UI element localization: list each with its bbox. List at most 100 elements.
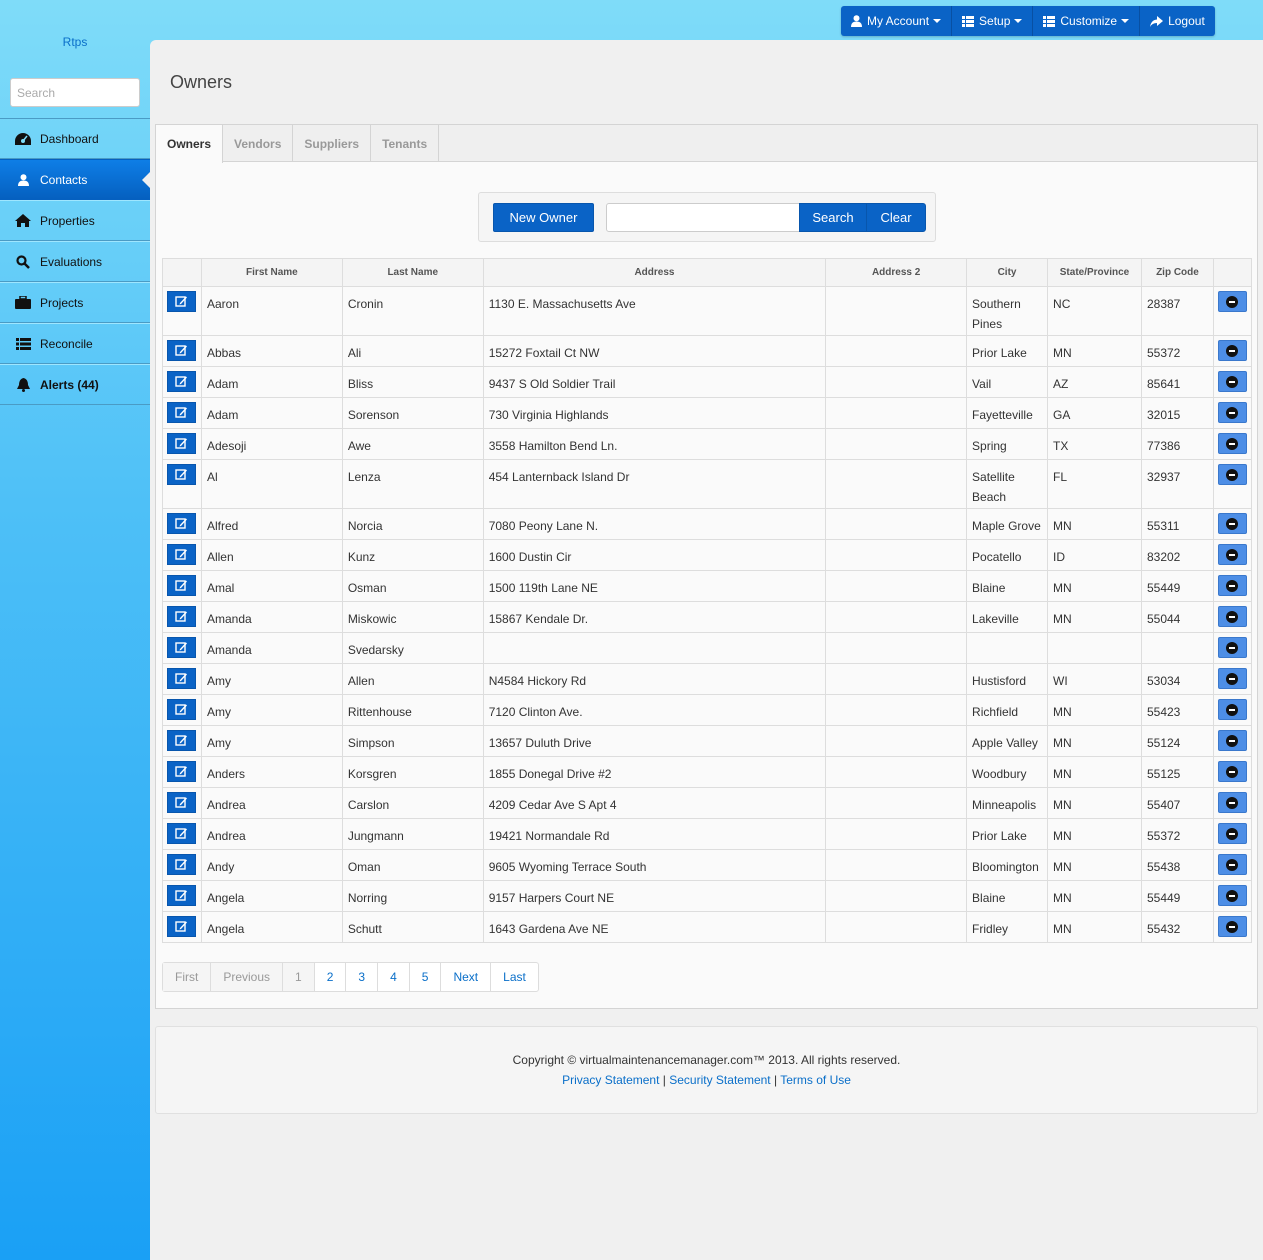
edit-button[interactable]	[167, 668, 197, 689]
delete-button[interactable]	[1217, 916, 1247, 937]
setup-menu[interactable]: Setup	[952, 6, 1034, 36]
page-previous[interactable]: Previous	[211, 963, 284, 991]
last-name-cell: Allen	[341, 663, 484, 695]
privacy-statement-link[interactable]: Privacy Statement	[562, 1073, 659, 1087]
edit-icon	[175, 642, 188, 653]
column-header[interactable]: Zip Code	[1140, 258, 1214, 287]
edit-button[interactable]	[167, 402, 197, 423]
edit-button[interactable]	[167, 544, 197, 565]
column-header[interactable]: Address 2	[825, 258, 968, 287]
tab-owners[interactable]: Owners	[156, 125, 224, 163]
minus-circle-icon	[1226, 579, 1239, 592]
edit-button[interactable]	[167, 575, 197, 596]
owner-search-input[interactable]	[606, 203, 800, 232]
column-header[interactable]: City	[966, 258, 1049, 287]
edit-button[interactable]	[167, 464, 197, 485]
minus-circle-icon	[1226, 734, 1239, 747]
edit-button[interactable]	[167, 854, 197, 875]
delete-button[interactable]	[1217, 668, 1247, 689]
delete-button[interactable]	[1217, 402, 1247, 423]
sidebar-item-evaluations[interactable]: Evaluations	[0, 241, 150, 282]
address-cell: 730 Virginia Highlands	[482, 397, 827, 429]
security-statement-link[interactable]: Security Statement	[669, 1073, 770, 1087]
delete-button[interactable]	[1217, 371, 1247, 392]
delete-button[interactable]	[1217, 433, 1247, 454]
edit-button[interactable]	[167, 699, 197, 720]
terms-of-use-link[interactable]: Terms of Use	[780, 1073, 851, 1087]
new-owner-button[interactable]: New Owner	[493, 203, 594, 232]
edit-button[interactable]	[167, 291, 197, 312]
sidebar-item-dashboard[interactable]: Dashboard	[0, 118, 150, 159]
delete-button[interactable]	[1217, 464, 1247, 485]
page-next[interactable]: Next	[441, 963, 492, 991]
column-header[interactable]: Last Name	[341, 258, 484, 287]
delete-cell	[1212, 570, 1253, 602]
address-cell: 1500 119th Lane NE	[482, 570, 827, 602]
delete-button[interactable]	[1217, 544, 1247, 565]
delete-button[interactable]	[1217, 291, 1247, 312]
last-name-cell: Korsgren	[341, 756, 484, 788]
page-2[interactable]: 2	[315, 963, 347, 991]
brand-link[interactable]: Rtps	[0, 35, 150, 49]
page-4[interactable]: 4	[378, 963, 410, 991]
delete-button[interactable]	[1217, 792, 1247, 813]
page-last[interactable]: Last	[491, 963, 538, 991]
delete-button[interactable]	[1217, 699, 1247, 720]
edit-cell	[162, 880, 202, 912]
edit-button[interactable]	[167, 340, 197, 361]
edit-icon	[175, 673, 188, 684]
delete-button[interactable]	[1217, 340, 1247, 361]
delete-button[interactable]	[1217, 823, 1247, 844]
edit-button[interactable]	[167, 792, 197, 813]
logout-button[interactable]: Logout	[1140, 6, 1215, 36]
edit-cell	[162, 849, 202, 881]
edit-button[interactable]	[167, 761, 197, 782]
sidebar-search-input[interactable]	[10, 78, 140, 107]
edit-icon	[175, 859, 188, 870]
column-header[interactable]: Address	[482, 258, 827, 287]
delete-button[interactable]	[1217, 730, 1247, 751]
page-1[interactable]: 1	[283, 963, 315, 991]
page-first[interactable]: First	[163, 963, 212, 991]
table-row: Al Lenza 454 Lanternback Island Dr Satellit…	[162, 459, 1253, 509]
edit-button[interactable]	[167, 916, 197, 937]
city-cell: Woodbury	[966, 756, 1049, 788]
my-account-menu[interactable]: My Account	[841, 6, 953, 36]
first-name-cell: Allen	[200, 539, 343, 571]
edit-cell	[162, 787, 202, 819]
clear-button[interactable]: Clear	[866, 203, 926, 232]
sidebar-item-properties[interactable]: Properties	[0, 200, 150, 241]
search-button[interactable]: Search	[799, 203, 867, 232]
edit-button[interactable]	[167, 371, 197, 392]
edit-icon	[175, 611, 188, 622]
delete-button[interactable]	[1217, 637, 1247, 658]
page-3[interactable]: 3	[346, 963, 379, 991]
column-header[interactable]: First Name	[200, 258, 343, 287]
edit-button[interactable]	[167, 885, 197, 906]
zip-cell: 55372	[1140, 335, 1214, 367]
delete-button[interactable]	[1217, 606, 1247, 627]
page-5[interactable]: 5	[410, 963, 442, 991]
tab-vendors[interactable]: Vendors	[223, 125, 294, 162]
edit-icon	[175, 828, 188, 839]
tab-tenants[interactable]: Tenants	[371, 125, 440, 162]
sidebar-item-contacts[interactable]: Contacts	[0, 159, 150, 200]
column-header[interactable]: State/Province	[1047, 258, 1142, 287]
edit-button[interactable]	[167, 513, 197, 534]
tab-suppliers[interactable]: Suppliers	[293, 125, 372, 162]
delete-button[interactable]	[1217, 854, 1247, 875]
customize-menu[interactable]: Customize	[1033, 6, 1141, 36]
sidebar-item-reconcile[interactable]: Reconcile	[0, 323, 150, 364]
edit-button[interactable]	[167, 606, 197, 627]
delete-button[interactable]	[1217, 885, 1247, 906]
edit-button[interactable]	[167, 637, 197, 658]
delete-button[interactable]	[1217, 513, 1247, 534]
delete-button[interactable]	[1217, 575, 1247, 596]
minus-circle-icon	[1226, 641, 1239, 654]
delete-button[interactable]	[1217, 761, 1247, 782]
sidebar-item-alerts[interactable]: Alerts (44)	[0, 364, 150, 405]
edit-button[interactable]	[167, 433, 197, 454]
sidebar-item-projects[interactable]: Projects	[0, 282, 150, 323]
edit-button[interactable]	[167, 730, 197, 751]
edit-button[interactable]	[167, 823, 197, 844]
